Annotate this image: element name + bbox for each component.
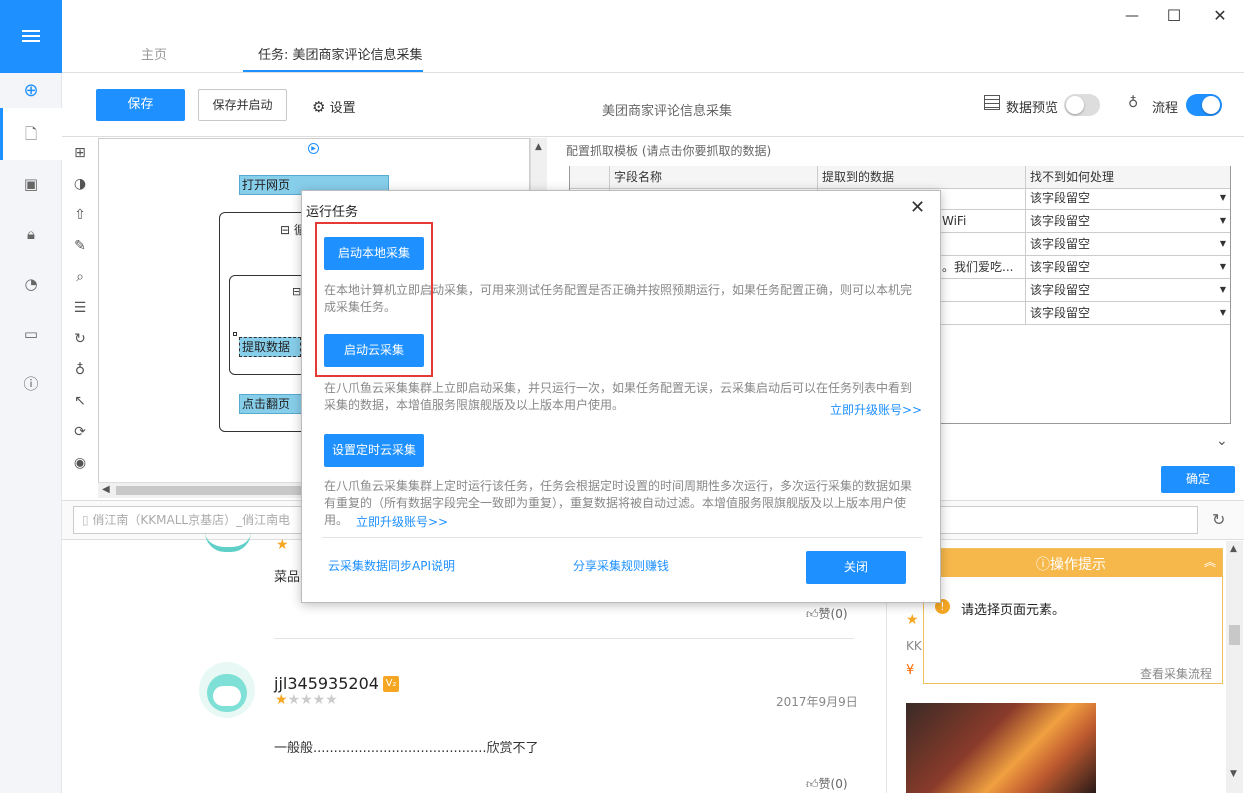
captcha-icon[interactable]: ⌕ bbox=[70, 267, 90, 287]
pointer-icon[interactable]: ↖ bbox=[70, 391, 90, 411]
thumb-icon: 👍︎ bbox=[806, 607, 819, 621]
list-icon[interactable]: ☰ bbox=[70, 298, 90, 318]
tip-message: 请选择页面元素。 bbox=[961, 603, 1066, 618]
stop-icon[interactable]: ◉ bbox=[70, 453, 90, 473]
data-preview-label: 数据预览 bbox=[1006, 101, 1059, 116]
api-doc-link[interactable]: 云采集数据同步API说明 bbox=[328, 557, 455, 574]
play-icon[interactable]: ▶ bbox=[308, 143, 319, 154]
thumb-icon: 👍︎ bbox=[806, 777, 819, 791]
edit-icon[interactable]: ✎ bbox=[70, 236, 90, 256]
tree-icon[interactable]: ♁ bbox=[70, 360, 90, 380]
save-and-start-button[interactable]: 保存并启动 bbox=[198, 89, 287, 121]
tip-panel: ⓘ操作提示 ︽ ! 请选择页面元素。 查看采集流程 bbox=[923, 548, 1223, 684]
handling-select[interactable]: 该字段留空 ▼ bbox=[1026, 233, 1230, 256]
like-button[interactable]: 👍︎赞(0) bbox=[806, 775, 848, 792]
handling-select[interactable]: 该字段留空 ▼ bbox=[1026, 302, 1230, 325]
menu-button[interactable] bbox=[0, 0, 62, 73]
lock-icon[interactable]: 🔒︎ bbox=[21, 224, 41, 244]
gear-icon: ⚙ bbox=[312, 98, 326, 116]
browser-scrollbar[interactable]: ▲ ▼ bbox=[1226, 541, 1243, 793]
config-table-header: 字段名称 提取到的数据 找不到如何处理 bbox=[570, 166, 1230, 189]
review-date: 2017年9月9日 bbox=[776, 695, 858, 709]
run-task-dialog: 运行任务 ✕ 启动本地采集 在本地计算机立即启动采集，可用来测试任务配置是否正确… bbox=[301, 190, 941, 603]
export-icon[interactable]: ⇧ bbox=[70, 205, 90, 225]
local-description: 在本地计算机立即启动采集，可用来测试任务配置是否正确并按照预期运行，如果任务配置… bbox=[324, 283, 913, 314]
flow-step-extract[interactable]: 提取数据 bbox=[239, 337, 301, 357]
refresh-icon[interactable]: ↻ bbox=[1212, 510, 1225, 529]
message-icon[interactable]: ▭ bbox=[21, 324, 41, 344]
chevron-down-icon[interactable]: ⌄ bbox=[1216, 433, 1228, 449]
handling-select[interactable]: 该字段留空 ▼ bbox=[1026, 256, 1230, 279]
collapse-icon[interactable]: ︽ bbox=[1204, 553, 1216, 570]
vip-badge: V₂ bbox=[383, 676, 399, 692]
flow-icon: ♁ bbox=[1128, 95, 1139, 111]
mouse-icon[interactable]: ◑ bbox=[70, 174, 90, 194]
close-dialog-button[interactable]: 关闭 bbox=[806, 551, 906, 584]
refresh-eye-icon[interactable]: ⟳ bbox=[70, 422, 90, 442]
view-flow-link[interactable]: 查看采集流程 bbox=[1140, 665, 1212, 682]
confirm-button[interactable]: 确定 bbox=[1161, 466, 1235, 493]
sidebar: ⊕ 🗋 ▣ 🔒︎ ◔ ▭ ⓘ bbox=[0, 0, 62, 793]
document-icon[interactable]: 🗋 bbox=[21, 124, 41, 144]
like-button[interactable]: 👍︎赞(0) bbox=[806, 605, 848, 622]
dialog-title: 运行任务 bbox=[306, 205, 359, 220]
config-header: 配置抓取模板 (请点击你要抓取的数据) bbox=[566, 144, 772, 158]
save-button[interactable]: 保存 bbox=[96, 89, 185, 121]
data-preview-toggle[interactable] bbox=[1064, 94, 1100, 116]
tab-task[interactable]: 任务: 美团商家评论信息采集 bbox=[258, 44, 423, 63]
rating-stars: ★★★★★ bbox=[275, 692, 338, 708]
avatar bbox=[199, 662, 255, 718]
tab-home[interactable]: 主页 bbox=[141, 44, 167, 63]
tip-header: ⓘ操作提示 ︽ bbox=[924, 549, 1222, 577]
maximize-button[interactable]: ☐ bbox=[1164, 6, 1184, 26]
share-rules-link[interactable]: 分享采集规则赚钱 bbox=[573, 557, 669, 574]
review-username[interactable]: jjl345935204 bbox=[274, 674, 379, 693]
chart-icon[interactable]: ◔ bbox=[21, 274, 41, 294]
close-icon[interactable]: ✕ bbox=[910, 197, 925, 218]
add-icon[interactable]: ⊕ bbox=[21, 81, 41, 101]
start-local-button[interactable]: 启动本地采集 bbox=[324, 237, 424, 270]
help-icon[interactable]: ⓘ bbox=[21, 374, 41, 394]
loop-icon[interactable]: ↻ bbox=[70, 329, 90, 349]
handling-select[interactable]: 该字段留空 ▼ bbox=[1026, 279, 1230, 302]
minimize-button[interactable]: — bbox=[1122, 8, 1142, 28]
review-text: 菜品 bbox=[274, 570, 301, 585]
handling-select[interactable]: 该字段留空 ▼ bbox=[1026, 210, 1230, 233]
settings-button[interactable]: ⚙ 设置 bbox=[312, 97, 356, 116]
info-icon: ⓘ bbox=[1036, 557, 1050, 573]
add-step-icon[interactable]: ⊞ bbox=[70, 143, 90, 163]
flow-step-click-next[interactable]: 点击翻页 bbox=[239, 394, 309, 414]
page-icon: ▯ bbox=[82, 513, 93, 527]
food-image[interactable] bbox=[906, 703, 1096, 793]
table-icon bbox=[984, 95, 1000, 110]
schedule-cloud-button[interactable]: 设置定时云采集 bbox=[324, 434, 424, 467]
briefcase-icon[interactable]: ▣ bbox=[21, 174, 41, 194]
review-text: 一般般.....................................… bbox=[274, 741, 539, 756]
close-window-button[interactable]: ✕ bbox=[1210, 6, 1230, 26]
start-cloud-button[interactable]: 启动云采集 bbox=[324, 334, 424, 367]
flow-toggle[interactable] bbox=[1186, 94, 1222, 116]
handling-select[interactable]: 该字段留空 ▼ bbox=[1026, 187, 1230, 210]
cloud-upgrade-link[interactable]: 立即升级账号>> bbox=[830, 401, 922, 418]
schedule-upgrade-link[interactable]: 立即升级账号>> bbox=[356, 513, 448, 530]
task-title: 美团商家评论信息采集 bbox=[602, 104, 733, 119]
flow-label: 流程 bbox=[1152, 101, 1179, 116]
